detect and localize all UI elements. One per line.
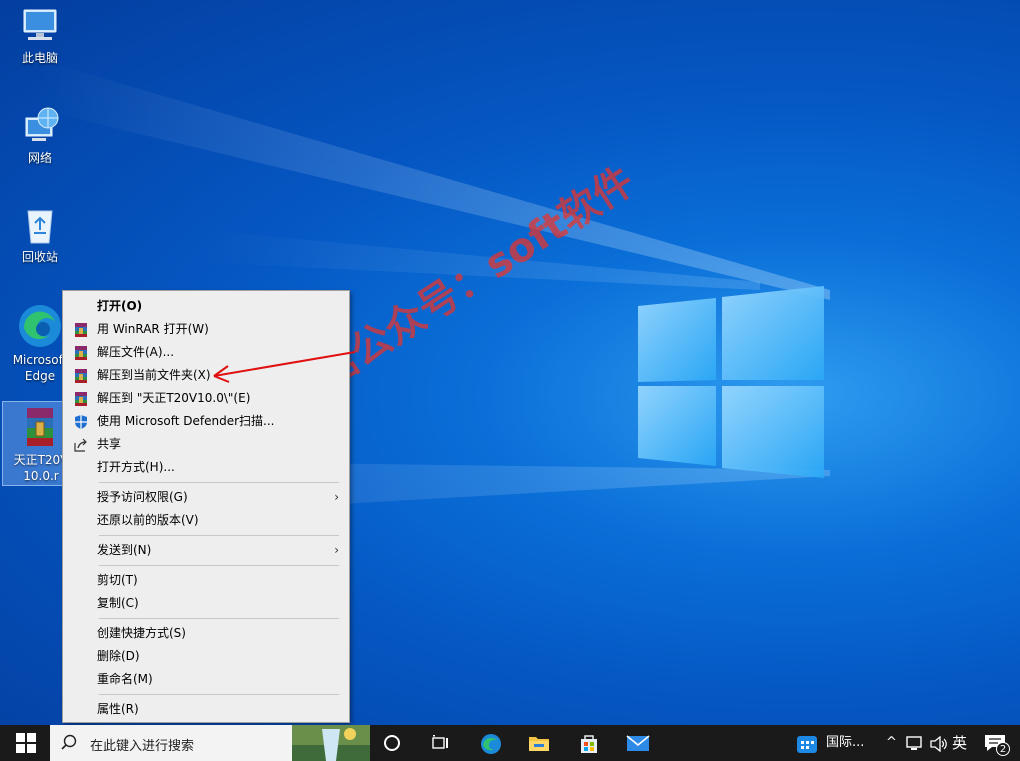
menu-item-send-to[interactable]: 发送到(N) › — [63, 539, 349, 562]
desktop-icon-label: 回收站 — [21, 250, 58, 264]
recycle-bin-icon — [27, 210, 53, 244]
search-box[interactable]: 在此键入进行搜索 — [50, 725, 370, 761]
windows-logo — [638, 286, 824, 478]
menu-separator — [99, 618, 339, 619]
shield-icon — [75, 415, 87, 429]
notification-count-badge: 2 — [996, 742, 1010, 756]
computer-icon — [23, 9, 57, 40]
menu-item-label: 发送到(N) — [97, 543, 152, 557]
winrar-archive-icon — [27, 408, 53, 446]
menu-item-label: 授予访问权限(G) — [97, 490, 188, 504]
start-button[interactable] — [0, 725, 50, 761]
task-view-icon — [432, 735, 448, 749]
mail-icon — [626, 735, 650, 751]
menu-item-label: 打开方式(H)... — [97, 460, 175, 474]
winrar-icon — [75, 392, 87, 406]
news-label: 国际... — [826, 735, 865, 750]
menu-item-open-with-winrar[interactable]: 用 WinRAR 打开(W) — [63, 318, 349, 341]
cortana-circle-icon — [384, 735, 400, 751]
news-widget[interactable]: 国际... — [792, 725, 874, 761]
network-icon — [25, 107, 59, 141]
calendar-widget-icon — [797, 736, 817, 753]
search-placeholder: 在此键入进行搜索 — [90, 739, 195, 754]
desktop-icon-recycle-bin[interactable]: 回收站 — [2, 205, 78, 265]
volume-icon[interactable] — [930, 736, 948, 752]
menu-item-share[interactable]: 共享 — [63, 433, 349, 456]
menu-item-create-shortcut[interactable]: 创建快捷方式(S) — [63, 622, 349, 645]
taskbar-edge[interactable] — [468, 725, 514, 761]
menu-item-label: 打开(O) — [97, 299, 143, 313]
menu-separator — [99, 694, 339, 695]
menu-item-label: 还原以前的版本(V) — [97, 513, 199, 527]
taskbar-mail[interactable] — [614, 725, 660, 761]
folder-icon — [529, 737, 549, 751]
edge-icon — [19, 305, 61, 347]
taskbar-store[interactable] — [566, 725, 612, 761]
taskbar-file-explorer[interactable] — [516, 725, 562, 761]
menu-item-cut[interactable]: 剪切(T) — [63, 569, 349, 592]
search-icon — [61, 734, 77, 750]
menu-item-label: 创建快捷方式(S) — [97, 626, 186, 640]
winrar-icon — [75, 323, 87, 337]
menu-separator — [99, 565, 339, 566]
menu-item-label: 剪切(T) — [97, 573, 138, 587]
menu-item-restore-versions[interactable]: 还原以前的版本(V) — [63, 509, 349, 532]
menu-item-rename[interactable]: 重命名(M) — [63, 668, 349, 691]
taskbar: 在此键入进行搜索 国际... ^ 英 2 — [0, 725, 1020, 761]
windows-start-icon — [16, 733, 36, 753]
menu-item-label: 使用 Microsoft Defender扫描... — [97, 414, 275, 428]
notification-center-button[interactable]: 2 — [982, 731, 1010, 757]
menu-item-label: 解压到 "天正T20V10.0\"(E) — [97, 391, 251, 405]
desktop-icon-label: 此电脑 — [21, 51, 58, 65]
menu-item-label: 用 WinRAR 打开(W) — [97, 322, 209, 336]
menu-item-delete[interactable]: 删除(D) — [63, 645, 349, 668]
desktop-icon-network[interactable]: 网络 — [2, 106, 78, 166]
menu-item-open-with[interactable]: 打开方式(H)... — [63, 456, 349, 479]
winrar-icon — [75, 369, 87, 383]
submenu-chevron-icon: › — [334, 490, 339, 504]
menu-item-label: 复制(C) — [97, 596, 139, 610]
menu-item-label: 重命名(M) — [97, 672, 153, 686]
search-highlight-image — [292, 725, 370, 761]
menu-separator — [99, 482, 339, 483]
menu-item-label: 共享 — [97, 437, 122, 451]
task-view-cortana-button[interactable] — [370, 725, 416, 761]
desktop-icon-this-pc[interactable]: 此电脑 — [2, 6, 78, 66]
menu-item-open[interactable]: 打开(O) — [63, 295, 349, 318]
menu-item-extract-to-folder[interactable]: 解压到 "天正T20V10.0\"(E) — [63, 387, 349, 410]
submenu-chevron-icon: › — [334, 543, 339, 557]
edge-icon — [481, 734, 501, 754]
task-view-button[interactable] — [418, 725, 464, 761]
menu-item-copy[interactable]: 复制(C) — [63, 592, 349, 615]
desktop-icon-label: Microsoft Edge — [12, 353, 68, 383]
desktop-icon-label: 网络 — [27, 151, 52, 165]
store-icon — [581, 735, 597, 753]
menu-item-label: 删除(D) — [97, 649, 140, 663]
ime-indicator[interactable]: 英 — [952, 725, 967, 761]
context-menu: 打开(O) 用 WinRAR 打开(W) 解压文件(A)... 解压到当前文件夹… — [62, 290, 350, 723]
menu-item-label: 属性(R) — [97, 702, 139, 716]
menu-separator — [99, 535, 339, 536]
menu-item-defender-scan[interactable]: 使用 Microsoft Defender扫描... — [63, 410, 349, 433]
menu-item-label: 解压到当前文件夹(X) — [97, 368, 211, 382]
share-icon — [74, 438, 87, 452]
menu-item-extract-files[interactable]: 解压文件(A)... — [63, 341, 349, 364]
winrar-icon — [75, 346, 87, 360]
tray-overflow-chevron-icon[interactable]: ^ — [886, 725, 897, 761]
menu-item-grant-access[interactable]: 授予访问权限(G) › — [63, 486, 349, 509]
menu-item-properties[interactable]: 属性(R) — [63, 698, 349, 721]
menu-item-label: 解压文件(A)... — [97, 345, 175, 359]
network-status-icon[interactable] — [906, 736, 924, 752]
menu-item-extract-here[interactable]: 解压到当前文件夹(X) — [63, 364, 349, 387]
